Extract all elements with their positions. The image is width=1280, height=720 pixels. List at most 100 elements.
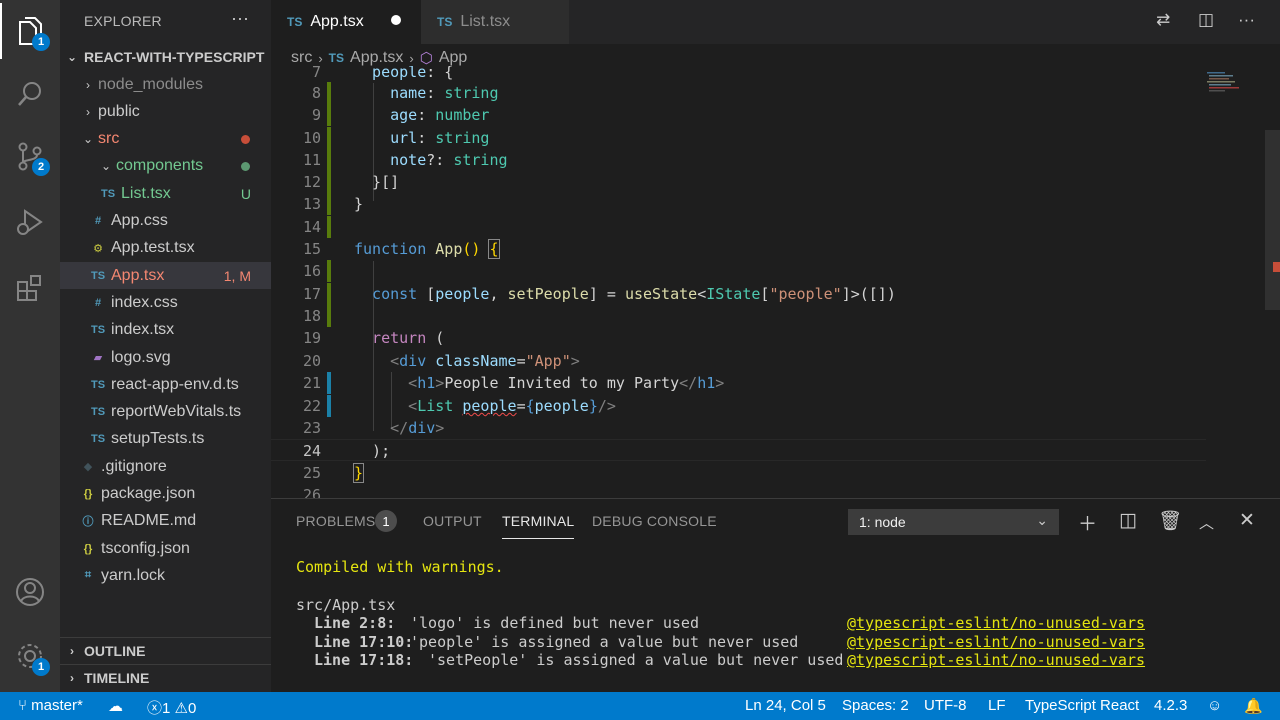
code-editor[interactable]: 7 people: { 8 name: string 9 age: number…	[271, 66, 1280, 498]
language-mode[interactable]: TypeScript React	[1025, 697, 1139, 714]
git-status-badge: 1, M	[223, 267, 251, 284]
feedback-icon[interactable]: ☺	[1207, 697, 1222, 714]
tree-item-label: react-app-env.d.ts	[111, 375, 239, 393]
typescript-file-icon: TS	[287, 15, 303, 29]
tree-item-public[interactable]: › public	[60, 98, 271, 125]
line-number: 12	[302, 173, 321, 191]
line-number: 7	[311, 66, 321, 81]
breadcrumb-symbol[interactable]: App	[439, 49, 467, 67]
typescript-file-icon: TS	[90, 324, 106, 337]
line-number: 26	[302, 486, 321, 498]
tree-item-label: .gitignore	[101, 457, 167, 475]
typescript-file-icon: TS	[90, 406, 106, 419]
more-actions-icon[interactable]: ···	[1238, 10, 1255, 30]
tab-output[interactable]: OUTPUT	[423, 513, 482, 529]
tree-item-label: node_modules	[98, 75, 203, 93]
tree-item-app-test-tsx[interactable]: ⚙ App.test.tsx	[60, 235, 271, 262]
tree-item-reportwebvitals-ts[interactable]: TS reportWebVitals.ts	[60, 399, 271, 426]
line-number: 13	[302, 195, 321, 213]
tree-item-list-tsx[interactable]: TS List.tsx U	[60, 180, 271, 207]
line-number: 10	[302, 129, 321, 147]
tree-item-package-json[interactable]: {} package.json	[60, 481, 271, 508]
tree-item-index-tsx[interactable]: TS index.tsx	[60, 317, 271, 344]
line-number: 19	[302, 329, 321, 347]
timeline-section-header[interactable]: › TIMELINE	[60, 664, 271, 691]
outline-section-header[interactable]: › OUTLINE	[60, 637, 271, 664]
sync-icon[interactable]: ☁	[108, 697, 123, 715]
notifications-bell-icon[interactable]: 🔔	[1244, 697, 1263, 715]
line-number: 16	[302, 262, 321, 280]
tree-item-tsconfig-json[interactable]: {} tsconfig.json	[60, 535, 271, 562]
editor-scrollbar[interactable]	[1265, 130, 1280, 310]
more-actions-icon[interactable]: ···	[231, 8, 249, 29]
chevron-down-icon: ⌄	[82, 132, 94, 147]
explorer-icon[interactable]: 1	[0, 3, 60, 59]
line-number: 11	[302, 151, 321, 169]
tree-item-app-tsx[interactable]: TS App.tsx 1, M	[60, 262, 271, 290]
line-number: 18	[302, 307, 321, 325]
tree-item-react-app-env-d-ts[interactable]: TS react-app-env.d.ts	[60, 371, 271, 398]
project-name: REACT-WITH-TYPESCRIPT	[84, 48, 265, 65]
tree-item-readme-md[interactable]: ⓘ README.md	[60, 508, 271, 535]
tree-item-components[interactable]: ⌄ components	[60, 153, 271, 180]
error-icon: ⓧ	[147, 700, 163, 717]
maximize-panel-icon[interactable]: ︿	[1199, 512, 1214, 533]
tree-item-gitignore[interactable]: ◆ .gitignore	[60, 453, 271, 480]
account-icon[interactable]	[0, 564, 60, 620]
tree-item-node-modules[interactable]: › node_modules	[60, 71, 271, 98]
tab-debug-console[interactable]: DEBUG CONSOLE	[592, 513, 717, 529]
tree-item-setuptests-ts[interactable]: TS setupTests.ts	[60, 426, 271, 453]
tab-app-tsx[interactable]: TS App.tsx	[271, 0, 421, 44]
terminal-select[interactable]: 1: node ⌄	[848, 509, 1059, 535]
line-ending[interactable]: LF	[988, 697, 1006, 714]
terminal-warning-row: Line 2:8:'logo' is defined but never use…	[314, 614, 1146, 632]
outline-title: OUTLINE	[84, 643, 146, 659]
typescript-file-icon: TS	[328, 51, 345, 65]
terminal-file-line: src/App.tsx	[296, 596, 396, 614]
line-number: 22	[302, 397, 321, 415]
terminal-warning-row: Line 17:10:'people' is assigned a value …	[314, 633, 1146, 651]
breadcrumb-file[interactable]: App.tsx	[350, 49, 403, 67]
tree-item-label: List.tsx	[121, 184, 171, 202]
ts-version[interactable]: 4.2.3	[1154, 697, 1187, 714]
project-section-header[interactable]: ⌄ REACT-WITH-TYPESCRIPT	[60, 43, 271, 70]
tree-item-app-css[interactable]: # App.css	[60, 208, 271, 235]
indentation[interactable]: Spaces: 2	[842, 697, 909, 714]
tree-item-yarn-lock[interactable]: ⌗ yarn.lock	[60, 562, 271, 589]
encoding[interactable]: UTF-8	[924, 697, 967, 714]
breadcrumb-folder[interactable]: src	[291, 49, 312, 67]
tab-problems[interactable]: PROBLEMS	[296, 513, 375, 529]
settings-gear-icon[interactable]: 1	[0, 628, 60, 684]
minimap[interactable]	[1205, 66, 1265, 498]
problems-status-item[interactable]: ⓧ1 ⚠0	[147, 697, 196, 718]
tree-item-label: setupTests.ts	[111, 430, 205, 448]
unsaved-dot-icon[interactable]	[391, 15, 401, 25]
tree-item-logo-svg[interactable]: ▰ logo.svg	[60, 344, 271, 371]
extensions-icon[interactable]	[0, 260, 60, 316]
trash-icon[interactable]: 🗑	[1158, 509, 1182, 533]
terminal-warning-row: Line 17:18:'setPeople' is assigned a val…	[314, 651, 1146, 669]
split-terminal-icon[interactable]: ◫	[1119, 509, 1137, 532]
tree-item-label: tsconfig.json	[101, 539, 190, 557]
status-dot	[241, 161, 250, 171]
tree-item-label: App.test.tsx	[111, 239, 195, 257]
open-changes-icon[interactable]: ⇄	[1156, 10, 1170, 30]
terminal-output[interactable]: Compiled with warnings.	[296, 558, 504, 577]
typescript-file-icon: TS	[437, 15, 453, 29]
branch-label: master*	[31, 697, 83, 714]
source-control-icon[interactable]: 2	[0, 128, 60, 184]
split-editor-icon[interactable]: ◫	[1198, 10, 1214, 30]
tab-list-tsx[interactable]: TS List.tsx	[421, 0, 569, 44]
tree-item-index-css[interactable]: # index.css	[60, 289, 271, 316]
scm-badge: 2	[32, 158, 50, 176]
new-terminal-icon[interactable]: ＋	[1078, 509, 1097, 536]
run-debug-icon[interactable]	[0, 194, 60, 250]
tab-terminal[interactable]: TERMINAL	[502, 513, 575, 539]
search-icon[interactable]	[0, 66, 60, 122]
tree-item-src[interactable]: ⌄ src	[60, 126, 271, 153]
cursor-position[interactable]: Ln 24, Col 5	[745, 697, 826, 714]
git-branch-item[interactable]: ⑂ master*	[18, 697, 83, 714]
close-panel-icon[interactable]: ✕	[1239, 509, 1255, 532]
explorer-badge: 1	[32, 33, 50, 51]
line-number: 25	[302, 464, 321, 482]
